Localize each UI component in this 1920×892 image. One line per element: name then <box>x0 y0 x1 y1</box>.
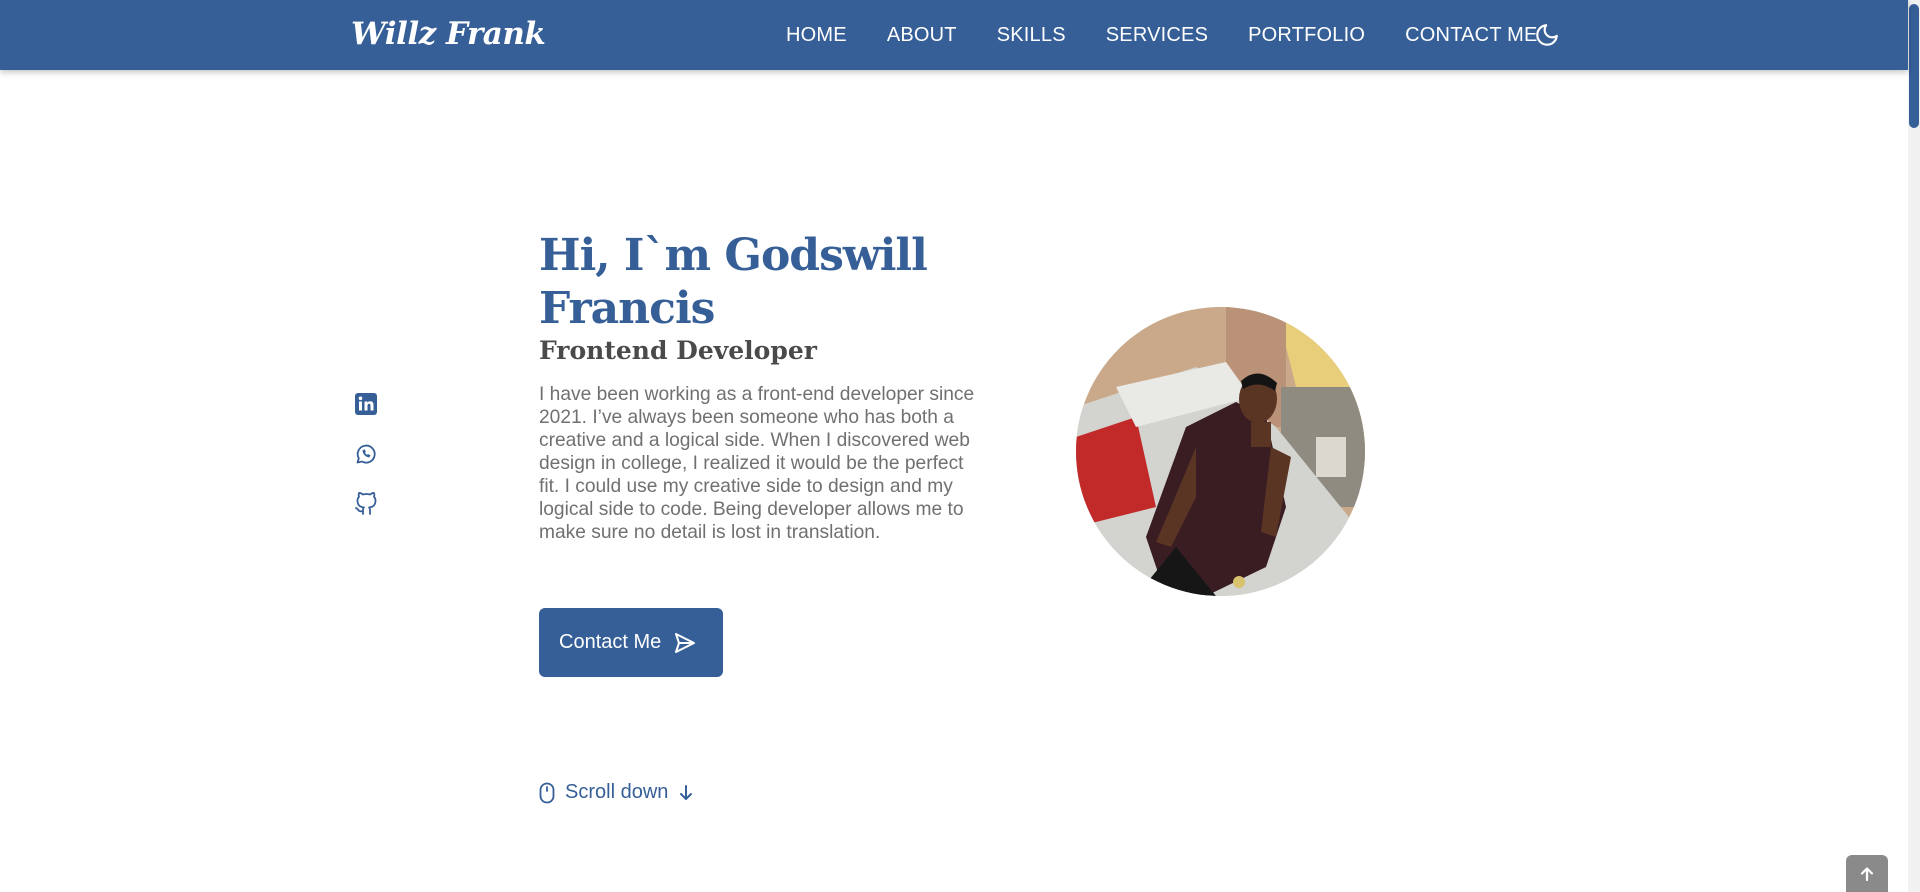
hero-title: Hi, I`m Godswill Francis <box>539 230 928 334</box>
whatsapp-icon[interactable] <box>354 442 378 466</box>
site-logo[interactable]: Willz Frank <box>351 16 546 52</box>
page-scrollbar[interactable] <box>1908 0 1920 892</box>
github-icon[interactable] <box>354 492 378 516</box>
moon-icon[interactable] <box>1534 22 1560 48</box>
arrow-up-icon <box>1860 866 1874 881</box>
scroll-down-link[interactable]: Scroll down <box>539 781 694 804</box>
send-icon <box>675 632 696 653</box>
nav-services[interactable]: SERVICES <box>1106 24 1208 47</box>
site-header: Willz Frank HOME ABOUT SKILLS SERVICES P… <box>0 0 1908 70</box>
main-nav: HOME ABOUT SKILLS SERVICES PORTFOLIO CON… <box>786 24 1538 47</box>
profile-photo <box>1076 307 1365 596</box>
back-to-top-button[interactable] <box>1846 855 1888 892</box>
nav-about[interactable]: ABOUT <box>887 24 957 47</box>
nav-portfolio[interactable]: PORTFOLIO <box>1248 24 1365 47</box>
hero-description: I have been working as a front-end devel… <box>539 384 975 543</box>
hero-subtitle: Frontend Developer <box>539 336 817 365</box>
contact-me-button[interactable]: Contact Me <box>539 608 723 677</box>
scrollbar-thumb[interactable] <box>1909 4 1919 128</box>
contact-me-label: Contact Me <box>559 631 662 653</box>
mouse-icon <box>539 782 555 803</box>
nav-home[interactable]: HOME <box>786 24 847 47</box>
linkedin-icon[interactable] <box>354 392 378 416</box>
arrow-down-icon <box>680 784 693 800</box>
scroll-down-label: Scroll down <box>565 781 669 803</box>
social-links <box>354 392 378 516</box>
nav-contact-me[interactable]: CONTACT ME <box>1405 24 1537 47</box>
nav-skills[interactable]: SKILLS <box>997 24 1066 47</box>
